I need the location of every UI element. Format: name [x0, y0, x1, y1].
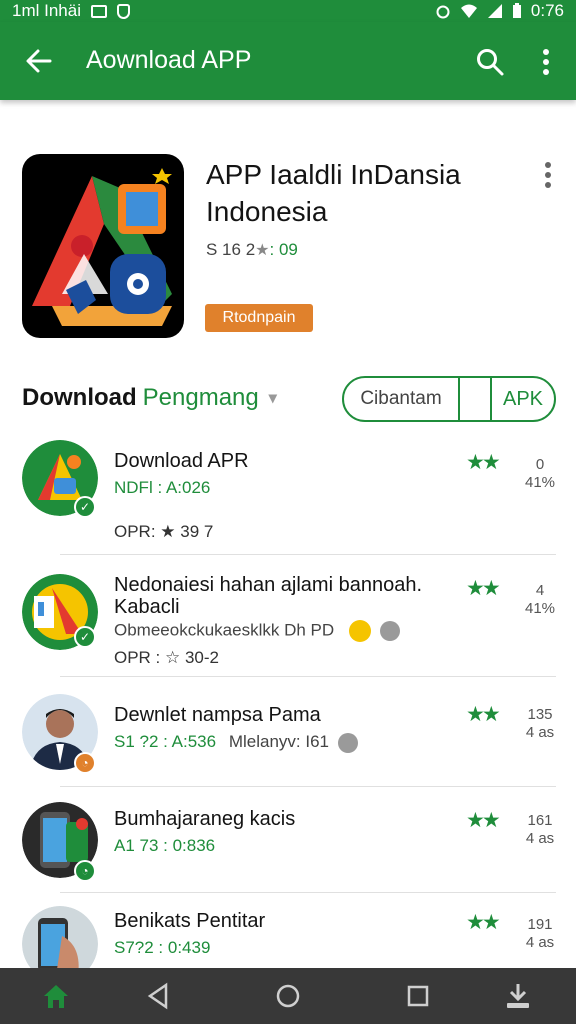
app-logo — [22, 154, 184, 338]
star-icon: ★ — [255, 242, 270, 259]
item-sub: OPR : ☆ 30-2 — [114, 648, 219, 667]
verified-icon: ◔ — [74, 860, 96, 882]
item-count: 161 4 as — [525, 812, 555, 847]
square-recents-icon[interactable] — [402, 980, 434, 1012]
item-title: Nedonaiesi hahan ajlami bannoah. — [114, 574, 423, 596]
divider — [60, 676, 556, 677]
app-bar-title: Aownload APP — [86, 46, 252, 74]
item-title-line2: Kabacli — [114, 596, 180, 618]
star-rating-icon: ★★ — [466, 911, 501, 934]
app-title: APP Iaaldli InDansia Indonesia — [206, 159, 461, 227]
segment-left[interactable]: Cibantam — [344, 378, 460, 420]
item-meta: S1 ?2 : A:536 Mlelanyv: I61 — [114, 732, 358, 753]
item-meta: A1 73 : 0:836 — [114, 836, 216, 855]
shield-notification-icon — [116, 3, 130, 19]
item-count: 191 4 as — [525, 916, 555, 951]
rating-value: : 09 — [269, 240, 298, 259]
section-header[interactable]: Download Pengmang ▾ — [22, 384, 277, 412]
chevron-down-icon: ▾ — [268, 390, 277, 407]
info-icon — [337, 732, 358, 753]
more-vert-icon[interactable] — [532, 46, 560, 78]
item-sub: OPR: ★ 39 7 — [114, 522, 214, 541]
star-rating-icon: ★★ — [466, 703, 501, 726]
item-desc: Obmeeokckukaesklkk Dh PD — [114, 620, 400, 642]
item-title: Download APR — [114, 450, 249, 472]
item-meta: S7?2 : 0:439 — [114, 938, 211, 957]
section-accent: Pengmang — [142, 384, 259, 411]
status-bar: 1ml Inhäi 0:76 — [0, 0, 576, 22]
item-meta: NDFl : A:026 — [114, 478, 211, 497]
status-time: 0:76 — [530, 1, 564, 20]
circle-home-icon[interactable] — [272, 980, 304, 1012]
recommended-badge[interactable]: Rtodnpain — [205, 304, 313, 332]
signal-icon — [487, 4, 502, 18]
status-badge-icon: ◔ — [74, 752, 96, 774]
segment-middle[interactable] — [460, 378, 492, 420]
item-count: 4 41% — [524, 582, 556, 617]
navigation-bar — [0, 968, 576, 1024]
item-title: Bumhajaraneg kacis — [114, 808, 296, 830]
section-title: Download — [22, 384, 137, 411]
divider — [60, 892, 556, 893]
star-rating-icon: ★★ — [466, 577, 501, 600]
divider — [60, 786, 556, 787]
back-triangle-icon[interactable] — [142, 980, 174, 1012]
more-vert-icon[interactable] — [536, 160, 560, 190]
info-icon — [379, 621, 400, 641]
download-icon[interactable] — [502, 980, 534, 1012]
status-carrier-text: 1ml Inhäi — [12, 1, 81, 20]
item-count: 0 41% — [524, 456, 556, 491]
alarm-icon — [436, 5, 450, 19]
star-rating-icon: ★★ — [466, 451, 501, 474]
battery-icon — [512, 3, 521, 18]
divider — [60, 554, 556, 555]
verified-icon: ✓ — [74, 496, 96, 518]
home-icon[interactable] — [40, 980, 72, 1012]
star-rating-icon: ★★ — [466, 809, 501, 832]
back-arrow-icon[interactable] — [22, 44, 56, 78]
app-rating: S 16 2★: 09 — [206, 240, 298, 260]
item-title: Benikats Pentitar — [114, 910, 266, 932]
verified-icon: ✓ — [74, 626, 96, 648]
wifi-icon — [460, 4, 477, 18]
search-icon[interactable] — [474, 46, 506, 78]
app-bar: Aownload APP — [0, 22, 576, 100]
item-count: 135 4 as — [525, 706, 555, 741]
emoji-icon — [348, 620, 371, 642]
image-notification-icon — [90, 4, 107, 18]
item-title: Dewnlet nampsa Pama — [114, 704, 321, 726]
rating-prefix: S 16 2 — [206, 240, 256, 259]
segment-apk[interactable]: APK — [492, 378, 554, 420]
segmented-control: Cibantam APK — [342, 376, 556, 422]
